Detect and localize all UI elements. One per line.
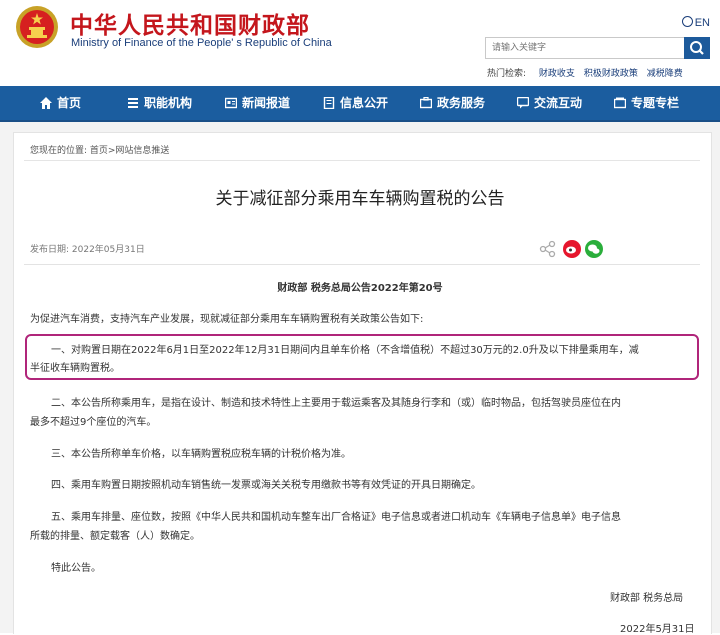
nav-label: 新闻报道 bbox=[242, 96, 291, 110]
divider bbox=[24, 264, 700, 265]
article-signature: 财政部 税务总局 bbox=[610, 593, 684, 604]
hot-search-label: 热门检索: bbox=[487, 69, 527, 79]
nav-label: 职能机构 bbox=[144, 96, 193, 110]
search-icon bbox=[690, 41, 704, 55]
home-icon bbox=[40, 97, 52, 109]
nav-label: 专题专栏 bbox=[631, 96, 680, 110]
site-header: 中华人民共和国财政部 Ministry of Finance of the Pe… bbox=[0, 0, 720, 86]
national-emblem-icon bbox=[16, 6, 58, 48]
publish-date: 发布日期: 2022年05月31日 bbox=[30, 245, 145, 255]
nav-item-column[interactable]: 专题专栏 bbox=[614, 86, 679, 120]
language-label: EN bbox=[694, 17, 710, 29]
announcement-number: 财政部 税务总局公告2022年第20号 bbox=[277, 283, 443, 294]
nav-label: 交流互动 bbox=[534, 96, 583, 110]
language-switch[interactable]: EN bbox=[681, 16, 710, 29]
hot-keyword[interactable]: 积极财政政策 bbox=[584, 69, 638, 79]
wechat-icon[interactable] bbox=[584, 239, 604, 259]
globe-icon bbox=[681, 16, 693, 27]
column-icon bbox=[614, 97, 626, 109]
article-closing: 特此公告。 bbox=[51, 563, 101, 574]
nav-item-news[interactable]: 新闻报道 bbox=[225, 86, 290, 120]
nav-item-service[interactable]: 政务服务 bbox=[420, 86, 485, 120]
article-intro: 为促进汽车消费，支持汽车产业发展，现就减征部分乘用车车辆购置税有关政策公告如下: bbox=[30, 314, 424, 325]
share-bar bbox=[538, 239, 606, 259]
article-paragraph-1: 一、对购置日期在2022年6月1日至2022年12月31日期间内且单车价格（不含… bbox=[51, 345, 639, 356]
nav-item-chat[interactable]: 交流互动 bbox=[517, 86, 582, 120]
article-paragraph-4: 四、乘用车购置日期按照机动车销售统一发票或海关关税专用缴款书等有效凭证的开具日期… bbox=[51, 480, 481, 491]
nav-item-info[interactable]: 信息公开 bbox=[323, 86, 388, 120]
breadcrumb[interactable]: 您现在的位置: 首页>网站信息推送 bbox=[30, 143, 169, 156]
article-paragraph-5: 五、乘用车排量、座位数，按照《中华人民共和国机动车整车出厂合格证》电子信息或者进… bbox=[51, 512, 621, 523]
nav-item-home[interactable]: 首页 bbox=[40, 86, 81, 120]
weibo-icon[interactable] bbox=[562, 239, 582, 259]
article-paragraph-2-cont: 最多不超过9个座位的汽车。 bbox=[30, 417, 157, 428]
page-title: 关于减征部分乘用车车辆购置税的公告 bbox=[215, 189, 505, 209]
search-input[interactable] bbox=[485, 37, 685, 59]
news-icon bbox=[225, 97, 237, 109]
org-icon bbox=[128, 98, 138, 108]
chat-icon bbox=[517, 97, 529, 109]
search-box bbox=[485, 37, 710, 59]
nav-label: 信息公开 bbox=[340, 96, 389, 110]
nav-label: 首页 bbox=[57, 96, 82, 110]
site-title-cn[interactable]: 中华人民共和国财政部 bbox=[70, 6, 310, 40]
nav-label: 政务服务 bbox=[437, 96, 486, 110]
share-icon[interactable] bbox=[538, 239, 558, 259]
nav-item-org[interactable]: 职能机构 bbox=[127, 86, 192, 120]
article-paragraph-1-cont: 半征收车辆购置税。 bbox=[30, 363, 120, 374]
article-paragraph-5-cont: 所载的排量、额定载客（人）数确定。 bbox=[30, 531, 200, 542]
hot-search: 热门检索: 财政收支 积极财政政策 减税降费 bbox=[487, 66, 689, 79]
main-nav: 首页 职能机构 新闻报道 信息公开 政务服务 交流互动 专题专栏 bbox=[0, 86, 720, 122]
article-paragraph-3: 三、本公告所称单车价格，以车辆购置税应税车辆的计税价格为准。 bbox=[51, 449, 351, 460]
info-icon bbox=[323, 97, 335, 109]
article-paragraph-2: 二、本公告所称乘用车，是指在设计、制造和技术特性上主要用于载运乘客及其随身行李和… bbox=[51, 398, 621, 409]
hot-keyword[interactable]: 减税降费 bbox=[647, 69, 683, 79]
search-button[interactable] bbox=[684, 37, 710, 59]
site-title-en: Ministry of Finance of the People' s Rep… bbox=[71, 37, 332, 49]
service-icon bbox=[420, 97, 432, 109]
divider bbox=[24, 160, 700, 161]
hot-keyword[interactable]: 财政收支 bbox=[539, 69, 575, 79]
